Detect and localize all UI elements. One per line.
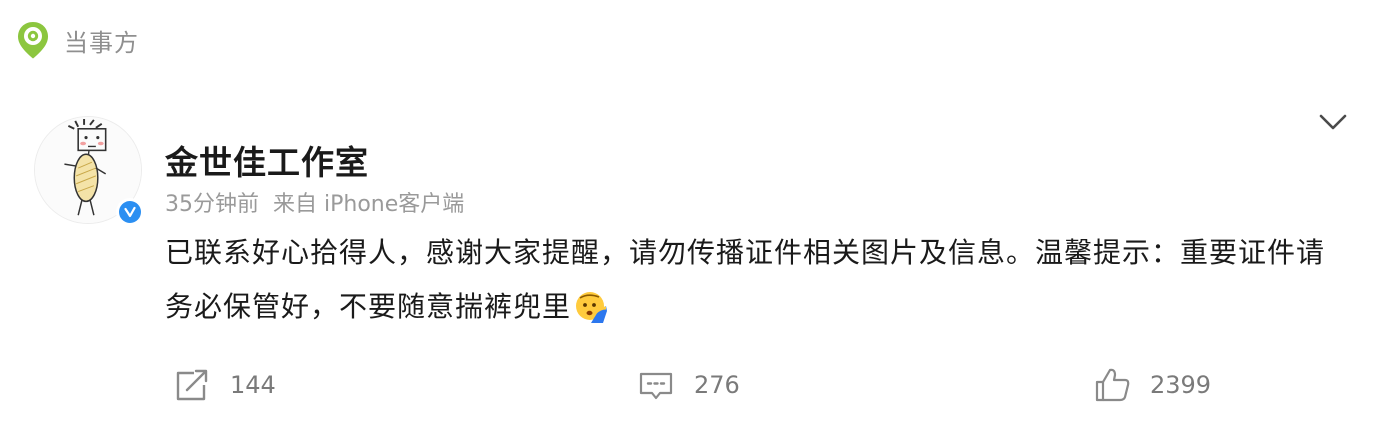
comment-icon: [639, 372, 673, 400]
repost-button[interactable]: 144: [172, 362, 276, 408]
post-text-container: 已联系好心拾得人，感谢大家提醒，请勿传播证件相关图片及信息。温馨提示：重要证件请…: [165, 226, 1345, 334]
repost-icon: [176, 369, 208, 401]
like-button[interactable]: 2399: [1092, 362, 1211, 408]
comment-count: 276: [694, 371, 740, 399]
like-count: 2399: [1150, 371, 1212, 399]
verified-badge: [116, 198, 144, 226]
post-text: 已联系好心拾得人，感谢大家提醒，请勿传播证件相关图片及信息。温馨提示：重要证件请…: [165, 236, 1326, 323]
author-avatar[interactable]: [34, 116, 144, 226]
verified-check-icon: [124, 206, 136, 218]
chevron-down-icon[interactable]: [1316, 108, 1350, 136]
repost-count: 144: [230, 371, 276, 399]
post-source[interactable]: 来自 iPhone客户端: [273, 192, 464, 217]
author-name[interactable]: 金世佳工作室: [165, 136, 369, 184]
saluting-face-emoji: [573, 289, 608, 323]
location-pin-icon: [18, 22, 48, 59]
section-title: 当事方: [64, 28, 139, 57]
post-meta: 35分钟前 来自 iPhone客户端: [165, 186, 464, 218]
comment-button[interactable]: 276: [636, 362, 740, 408]
post-time: 35分钟前: [165, 192, 259, 217]
section-header: 当事方: [16, 20, 139, 60]
thumbs-up-icon: [1095, 368, 1130, 402]
